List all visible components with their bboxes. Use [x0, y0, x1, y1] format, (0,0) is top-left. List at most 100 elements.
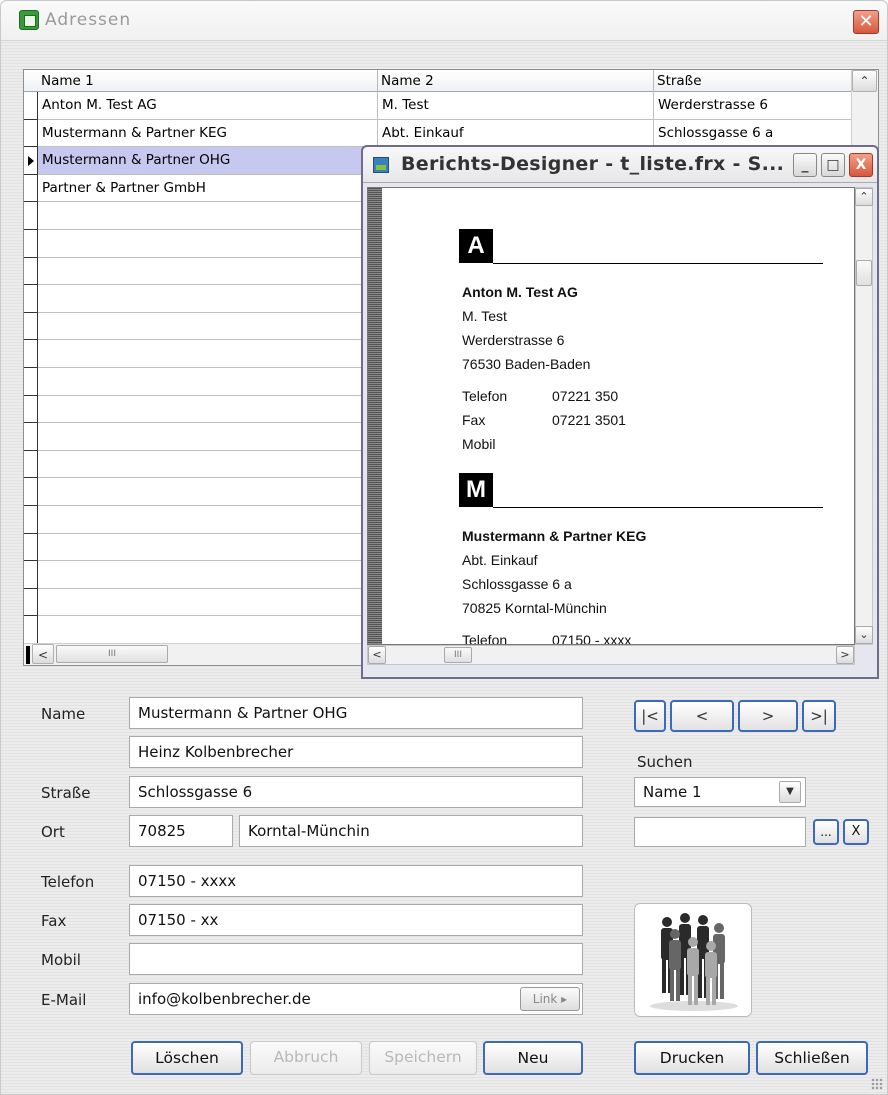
table-cell[interactable] — [38, 450, 378, 478]
table-cell[interactable] — [38, 588, 378, 616]
mobil-field[interactable] — [129, 943, 583, 975]
scroll-up-icon[interactable]: ⌃ — [852, 70, 877, 92]
column-header-strasse[interactable]: Straße — [654, 70, 852, 92]
report-horizontal-scrollbar[interactable]: < III > — [367, 645, 855, 665]
report-band-ruler — [368, 188, 382, 644]
table-cell[interactable] — [38, 257, 378, 285]
grid-scroll-thumb[interactable]: III — [56, 645, 168, 663]
address-window: Adressen ✕ Name 1 Name 2 Straße Anton M.… — [0, 0, 888, 1095]
table-cell[interactable] — [38, 616, 378, 644]
table-cell[interactable] — [38, 202, 378, 230]
report-fax-value: 07221 3501 — [552, 412, 626, 428]
previous-record-button[interactable]: < — [670, 700, 734, 732]
table-cell[interactable]: Mustermann & Partner KEG — [38, 119, 378, 147]
column-header-name1[interactable]: Name 1 — [38, 70, 378, 92]
name2-field[interactable]: Heinz Kolbenbrecher — [129, 736, 583, 768]
first-record-button[interactable]: |< — [634, 700, 666, 732]
row-divider — [24, 146, 38, 148]
table-cell[interactable] — [38, 395, 378, 423]
scroll-left-icon[interactable]: < — [32, 644, 54, 664]
next-record-button[interactable]: > — [738, 700, 798, 732]
search-field-select[interactable]: Name 1 ▼ — [634, 777, 806, 807]
row-divider — [24, 284, 38, 286]
table-cell[interactable] — [38, 340, 378, 368]
table-cell[interactable]: Anton M. Test AG — [38, 92, 378, 119]
table-cell[interactable]: Schlossgasse 6 a — [654, 119, 852, 147]
resize-grip-icon[interactable] — [871, 1078, 883, 1090]
report-tel-label: Telefon — [462, 632, 508, 645]
table-cell[interactable]: Werderstrasse 6 — [654, 92, 852, 119]
row-divider — [24, 173, 38, 175]
cancel-button[interactable]: Abbruch — [250, 1041, 362, 1075]
plz-field[interactable]: 70825 — [129, 815, 233, 847]
search-input[interactable] — [634, 817, 806, 847]
last-record-button[interactable]: >| — [802, 700, 836, 732]
table-cell[interactable]: Partner & Partner GmbH — [38, 174, 378, 202]
table-cell[interactable] — [38, 505, 378, 533]
report-vertical-scrollbar[interactable]: ⌃ ⌄ — [855, 187, 873, 645]
table-cell[interactable] — [38, 533, 378, 561]
link-button[interactable]: Link ▸ — [520, 987, 580, 1011]
row-indicator-column[interactable] — [24, 92, 38, 645]
new-button[interactable]: Neu — [483, 1041, 583, 1075]
fax-label: Fax — [41, 912, 67, 930]
report-city: 70825 Korntal-Münchin — [462, 600, 607, 616]
scroll-down-icon[interactable]: ⌄ — [855, 626, 873, 644]
chevron-down-icon[interactable]: ▼ — [779, 781, 801, 803]
search-browse-button[interactable]: ... — [813, 819, 839, 845]
maximize-icon[interactable]: □ — [821, 153, 845, 177]
search-clear-button[interactable]: X — [843, 819, 869, 845]
close-window-button[interactable]: ✕ — [853, 10, 879, 34]
report-tel-value: 07150 - xxxx — [552, 632, 632, 645]
row-divider — [24, 587, 38, 589]
table-cell[interactable] — [38, 478, 378, 506]
address-book-icon — [19, 10, 39, 30]
table-cell[interactable] — [38, 312, 378, 340]
table-cell[interactable] — [38, 367, 378, 395]
table-cell[interactable] — [38, 561, 378, 589]
report-hscroll-thumb[interactable]: III — [444, 647, 472, 663]
ort-field[interactable]: Korntal-Münchin — [239, 815, 583, 847]
row-divider — [24, 367, 38, 368]
table-cell[interactable] — [38, 229, 378, 257]
scroll-marker — [26, 646, 30, 664]
table-row[interactable]: Anton M. Test AG M. Test Werderstrasse 6 — [38, 92, 852, 120]
report-mobil-label: Mobil — [462, 436, 496, 452]
strasse-field[interactable]: Schlossgasse 6 — [129, 776, 583, 808]
name1-field[interactable]: Mustermann & Partner OHG — [129, 697, 583, 729]
scroll-right-icon[interactable]: > — [836, 646, 854, 664]
close-button[interactable]: Schließen — [756, 1041, 868, 1075]
report-preview[interactable]: A Anton M. Test AG M. Test Werderstrasse… — [367, 187, 855, 645]
table-row[interactable]: Mustermann & Partner KEG Abt. Einkauf Schl… — [38, 119, 852, 148]
strasse-label: Straße — [41, 784, 91, 802]
ort-label: Ort — [41, 823, 65, 841]
fax-field[interactable]: 07150 - xx — [129, 904, 583, 936]
report-designer-window[interactable]: Berichts-Designer - t_liste.frx - S... _… — [361, 145, 879, 679]
grid-header: Name 1 Name 2 Straße — [24, 70, 852, 92]
report-vscroll-thumb[interactable] — [856, 260, 872, 286]
current-row-arrow-icon — [28, 156, 34, 166]
table-cell[interactable] — [38, 285, 378, 313]
minimize-icon[interactable]: _ — [793, 153, 817, 177]
table-cell[interactable]: Abt. Einkauf — [378, 119, 654, 147]
table-cell[interactable] — [38, 423, 378, 451]
table-cell[interactable]: M. Test — [378, 92, 654, 119]
print-button[interactable]: Drucken — [634, 1041, 750, 1075]
name-label: Name — [41, 705, 86, 723]
save-button[interactable]: Speichern — [369, 1041, 477, 1075]
row-divider — [24, 229, 38, 230]
row-divider — [24, 311, 38, 313]
delete-button[interactable]: Löschen — [131, 1041, 243, 1075]
row-divider — [24, 615, 38, 617]
grid-horizontal-scrollbar[interactable]: < III — [24, 643, 364, 665]
column-header-name2[interactable]: Name 2 — [378, 70, 654, 92]
report-street: Werderstrasse 6 — [462, 332, 565, 348]
table-cell[interactable]: Mustermann & Partner OHG — [38, 147, 378, 175]
scroll-up-icon[interactable]: ⌃ — [855, 188, 873, 206]
close-report-icon[interactable]: X — [849, 153, 873, 177]
telefon-field[interactable]: 07150 - xxxx — [129, 865, 583, 897]
email-field[interactable]: info@kolbenbrecher.de Link ▸ — [129, 983, 583, 1015]
report-designer-icon — [373, 157, 389, 173]
scroll-left-icon[interactable]: < — [368, 646, 386, 664]
report-title: Berichts-Designer - t_liste.frx - S... — [401, 153, 785, 175]
